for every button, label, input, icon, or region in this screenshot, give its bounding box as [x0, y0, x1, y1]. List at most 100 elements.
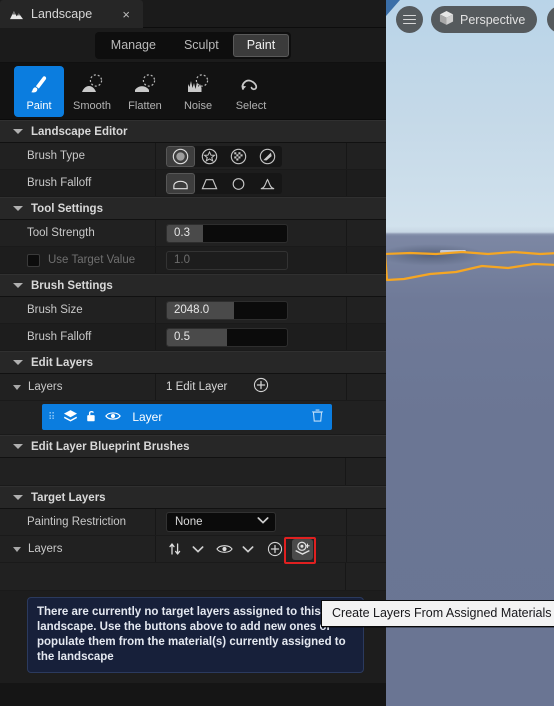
layer-stack-icon[interactable] — [63, 409, 78, 426]
section-target-layers[interactable]: Target Layers — [0, 486, 386, 509]
eye-icon[interactable] — [214, 539, 235, 560]
collapse-triangle-icon — [13, 495, 23, 500]
edit-layers-label: Layers — [28, 381, 63, 393]
use-target-value-label: Use Target Value — [48, 254, 136, 266]
tool-strength-slider[interactable]: 0.3 — [166, 223, 288, 243]
painting-restriction-dropdown[interactable]: None — [166, 512, 276, 532]
collapse-triangle-icon[interactable] — [13, 546, 21, 552]
section-landscape-editor[interactable]: Landscape Editor — [0, 120, 386, 143]
brush-falloff-value-label: Brush Falloff — [0, 324, 156, 350]
brush-type-label: Brush Type — [0, 143, 156, 169]
drag-grip-icon[interactable]: ⠿ — [48, 412, 56, 422]
tab-label: Landscape — [31, 7, 93, 21]
landscape-mountain-icon — [10, 10, 23, 19]
pattern-brush-icon[interactable] — [195, 146, 224, 167]
viewport-toolbar: Perspective — [396, 6, 554, 33]
edit-layer-list: ⠿ Layer — [0, 401, 386, 435]
edit-layer-item[interactable]: ⠿ Layer — [42, 404, 332, 430]
tool-smooth[interactable]: Smooth — [67, 66, 117, 117]
row-brush-type: Brush Type — [0, 143, 386, 170]
chevron-down-icon-visibility[interactable] — [237, 539, 258, 560]
noise-icon — [185, 71, 211, 99]
plus-circle-icon[interactable] — [264, 539, 285, 560]
section-edit-layers[interactable]: Edit Layers — [0, 351, 386, 374]
collapse-triangle-icon — [13, 129, 23, 134]
collapse-triangle-icon — [13, 283, 23, 288]
blueprint-brushes-empty-row — [0, 458, 386, 486]
unlocked-padlock-icon[interactable] — [85, 409, 98, 426]
brush-falloff-group — [166, 172, 282, 194]
section-title: Edit Layers — [31, 356, 93, 369]
spherical-falloff-icon[interactable] — [224, 173, 253, 194]
edit-layer-count: 1 Edit Layer — [166, 381, 228, 393]
mode-button-sculpt[interactable]: Sculpt — [170, 34, 233, 57]
tab-landscape[interactable]: Landscape × — [0, 0, 144, 28]
chevron-down-icon-sort[interactable] — [187, 539, 208, 560]
target-layers-label: Layers — [28, 543, 63, 555]
target-layers-empty-row — [0, 563, 386, 591]
row-brush-falloff-type: Brush Falloff — [0, 170, 386, 197]
collapse-triangle-icon[interactable] — [13, 384, 21, 390]
mode-toggle-group: Manage Sculpt Paint — [94, 31, 292, 59]
tool-noise[interactable]: Noise — [173, 66, 223, 117]
row-edit-layers-list: Layers 1 Edit Layer — [0, 374, 386, 401]
flatten-icon — [132, 71, 158, 99]
row-brush-size: Brush Size 2048.0 — [0, 297, 386, 324]
smooth-icon — [79, 71, 105, 99]
create-layers-from-materials-icon[interactable] — [292, 538, 313, 560]
use-target-value-slider: 1.0 — [166, 250, 288, 270]
camera-mode-button[interactable]: Perspective — [431, 6, 538, 33]
section-title: Landscape Editor — [31, 125, 128, 138]
cube-icon — [439, 10, 454, 29]
plus-circle-icon[interactable] — [253, 377, 269, 398]
tool-flatten[interactable]: Flatten — [120, 66, 170, 117]
use-target-value-value: 1.0 — [174, 254, 190, 266]
target-layers-empty-message: There are currently no target layers ass… — [27, 597, 364, 673]
section-title: Tool Settings — [31, 202, 103, 215]
painting-restriction-label: Painting Restriction — [0, 509, 156, 535]
section-edit-layer-blueprint-brushes[interactable]: Edit Layer Blueprint Brushes — [0, 435, 386, 458]
linear-falloff-icon[interactable] — [195, 173, 224, 194]
brush-size-label: Brush Size — [0, 297, 156, 323]
tooltip-create-layers-from-assigned-materials: Create Layers From Assigned Materials — [321, 600, 554, 627]
tool-label: Smooth — [73, 100, 111, 112]
trash-icon[interactable] — [311, 408, 324, 426]
tool-label: Flatten — [128, 100, 162, 112]
target-layers-toolbar — [164, 538, 313, 560]
mode-toggle-row: Manage Sculpt Paint — [0, 28, 386, 63]
row-brush-falloff: Brush Falloff 0.5 — [0, 324, 386, 351]
section-title: Target Layers — [31, 491, 106, 504]
section-title: Edit Layer Blueprint Brushes — [31, 440, 190, 453]
mode-button-manage[interactable]: Manage — [97, 34, 170, 57]
use-target-value-checkbox[interactable] — [27, 253, 40, 267]
eye-icon[interactable] — [105, 410, 122, 425]
close-icon[interactable]: × — [119, 7, 133, 21]
gizmo-brush-icon[interactable] — [253, 146, 282, 167]
smooth-falloff-icon[interactable] — [166, 172, 195, 194]
camera-mode-label: Perspective — [460, 12, 526, 27]
brush-size-value: 2048.0 — [174, 304, 210, 316]
row-painting-restriction: Painting Restriction None — [0, 509, 386, 536]
brush-falloff-slider[interactable]: 0.5 — [166, 327, 288, 347]
tool-paint[interactable]: Paint — [14, 66, 64, 117]
tool-palette: Paint Smooth Flatten Noise Select — [0, 63, 386, 120]
section-brush-settings[interactable]: Brush Settings — [0, 274, 386, 297]
chevron-down-icon — [257, 516, 269, 528]
tool-select[interactable]: Select — [226, 66, 276, 117]
collapse-triangle-icon — [13, 444, 23, 449]
row-use-target-value: Use Target Value 1.0 — [0, 247, 386, 274]
component-brush-icon[interactable] — [224, 146, 253, 167]
tip-falloff-icon[interactable] — [253, 173, 282, 194]
section-tool-settings[interactable]: Tool Settings — [0, 197, 386, 220]
collapse-triangle-icon — [13, 206, 23, 211]
brush-type-group — [166, 145, 282, 167]
brush-falloff-label: Brush Falloff — [0, 170, 156, 196]
mode-button-paint[interactable]: Paint — [232, 33, 290, 57]
section-title: Brush Settings — [31, 279, 113, 292]
circle-brush-icon[interactable] — [166, 145, 195, 167]
sort-arrows-icon[interactable] — [164, 539, 185, 560]
brush-size-slider[interactable]: 2048.0 — [166, 300, 288, 320]
hamburger-menu-icon[interactable] — [396, 6, 423, 33]
lighting-mode-icon[interactable] — [547, 6, 554, 33]
brush-falloff-value: 0.5 — [174, 331, 190, 343]
